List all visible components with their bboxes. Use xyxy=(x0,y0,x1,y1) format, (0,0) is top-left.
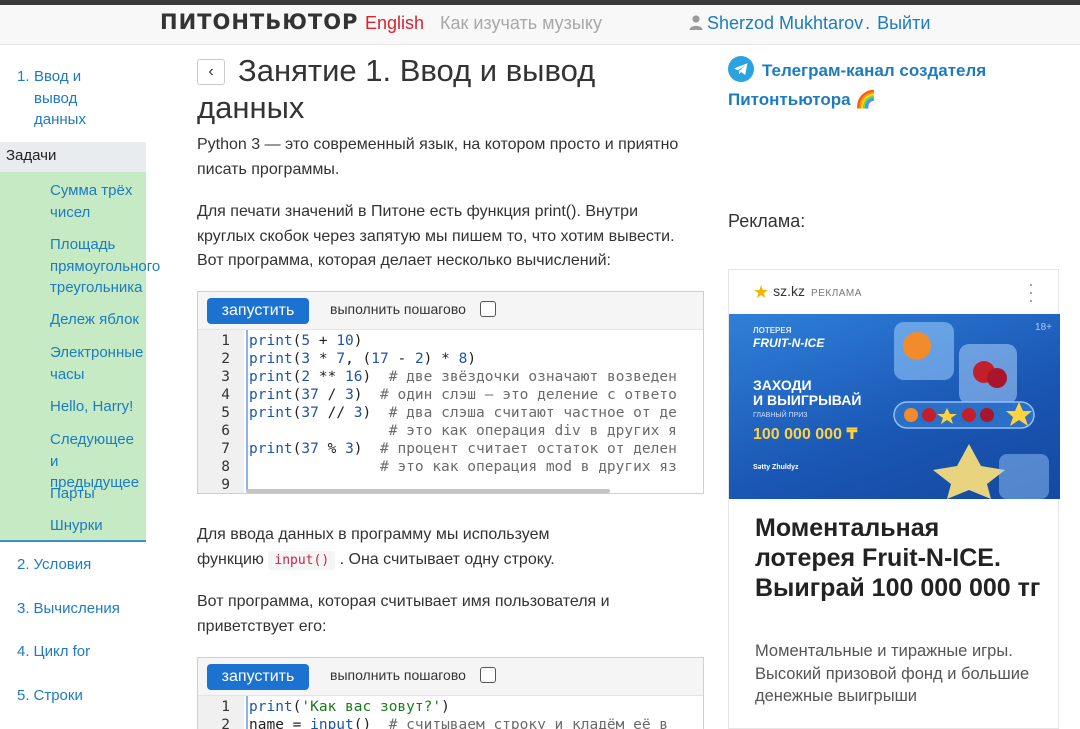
code-line: 5 print(37 // 3) # два слэша считают част… xyxy=(221,405,677,421)
intro-paragraph: Python 3 — это современный язык, на кото… xyxy=(197,136,679,178)
telegram-link[interactable]: Телеграм-канал создателя Питонтьютора 🌈 xyxy=(728,56,1018,114)
more-options-icon[interactable]: · · · xyxy=(1028,275,1034,309)
greeting-paragraph: Вот программа, которая считывает имя пол… xyxy=(197,593,610,635)
code-line: 3 print(2 ** 16) # две звёздочки означают… xyxy=(221,369,677,385)
lesson-label: Ввод и вывод данных xyxy=(34,68,86,128)
task-triangle-area[interactable]: Площадь прямоугольного треугольника xyxy=(50,234,160,299)
how-to-link[interactable]: Как изучать музыку xyxy=(440,13,602,34)
ad-card[interactable]: ★ sz.kz РЕКЛАМА · · · ЛОТЕРЕЯ FRUIT-N-ICE ЗА… xyxy=(728,269,1060,729)
language-link[interactable]: English xyxy=(365,13,424,34)
print-paragraph: Для печати значений в Питоне есть функци… xyxy=(197,203,675,269)
tasks-header: Задачи xyxy=(0,142,146,172)
ads-label: Реклама: xyxy=(728,211,806,231)
code-line: 1 print(5 + 10) xyxy=(221,333,363,349)
user-name-link[interactable]: Sherzod Mukhtarov xyxy=(707,13,863,33)
code-panel-2: запустить выполнить пошагово 1 print('Как… xyxy=(197,657,704,729)
banner-prize-label: ГЛАВНЫЙ ПРИЗ xyxy=(753,412,808,419)
task-laces[interactable]: Шнурки xyxy=(50,515,103,537)
ad-source: ★ sz.kz РЕКЛАМА xyxy=(753,282,862,302)
site-logo[interactable]: ПИТОНТЬЮТОР xyxy=(160,10,358,34)
inline-code: input() xyxy=(268,550,336,570)
banner-prize: 100 000 000 ₸ xyxy=(753,426,858,443)
code-editor[interactable]: 1 print(5 + 10) 2 print(3 * 7, (17 - 2) * … xyxy=(198,329,703,493)
step-checkbox[interactable] xyxy=(480,301,496,317)
ad-description: Моментальные и тиражные игры. Высокий пр… xyxy=(755,642,1030,705)
code-line: 6 # это как операция div в других я xyxy=(221,423,677,439)
run-button[interactable]: запустить xyxy=(207,664,309,690)
code-line: 2 name = input() # считываем строку и кла… xyxy=(221,717,669,729)
input-paragraph: Для ввода данных в программу мы использу… xyxy=(197,526,555,570)
task-clock[interactable]: Электронные часы xyxy=(50,342,143,385)
star-icon: ★ xyxy=(753,282,770,302)
code-toolbar: запустить выполнить пошагово xyxy=(198,292,703,329)
sidebar-lesson-5[interactable]: 5. Строки xyxy=(17,685,83,707)
code-line: 2 print(3 * 7, (17 - 2) * 8) xyxy=(221,351,477,367)
task-apples[interactable]: Дележ яблок xyxy=(50,309,139,331)
code-toolbar: запустить выполнить пошагово xyxy=(198,658,703,695)
sidebar-lesson-2[interactable]: 2. Условия xyxy=(17,554,91,576)
task-hello-harry[interactable]: Hello, Harry! xyxy=(50,396,133,418)
page-title: Занятие 1. Ввод и вывод xyxy=(238,53,596,88)
code-editor[interactable]: 1 print('Как вас зовут?') 2 name = input()… xyxy=(198,695,703,729)
lesson-number: 1. xyxy=(17,68,30,85)
task-sum-of-three[interactable]: Сумма трёх чисел xyxy=(50,180,132,223)
sidebar-lesson-3[interactable]: 3. Вычисления xyxy=(17,598,120,620)
banner-logo: Sətty Zhuldyz xyxy=(753,464,799,471)
code-panel-1: запустить выполнить пошагово 1 print(5 + … xyxy=(197,291,704,494)
step-label: выполнить пошагово xyxy=(330,667,466,683)
banner-cta: ЗАХОДИ И ВЫИГРЫВАЙ xyxy=(753,377,862,408)
tasks-list: Сумма трёх чисел Площадь прямоугольного тре… xyxy=(0,172,160,542)
page-title-cont: данных xyxy=(197,90,305,125)
code-line: 4 print(37 / 3) # один слэш — это деление… xyxy=(221,387,677,403)
ad-title[interactable]: Моментальная лотерея Fruit-N-ICE. Выигра… xyxy=(755,513,1045,603)
task-desks[interactable]: Парты xyxy=(50,483,95,505)
user-icon xyxy=(689,15,703,30)
user-area: Sherzod Mukhtarov. Выйти xyxy=(688,13,930,34)
lesson-sidebar: 1. Ввод и вывод данных Задачи Сумма трёх… xyxy=(0,45,160,729)
run-button[interactable]: запустить xyxy=(207,298,309,324)
back-button[interactable]: ‹ xyxy=(197,59,225,85)
banner-small-text: ЛОТЕРЕЯ xyxy=(753,326,792,335)
code-line: 1 print('Как вас зовут?') xyxy=(221,699,450,715)
telegram-icon xyxy=(728,56,754,82)
step-label: выполнить пошагово xyxy=(330,301,466,317)
top-navbar: ПИТОНТЬЮТОР English Как изучать музыку S… xyxy=(0,5,1080,45)
code-line: 7 print(37 % 3) # процент считает остаток… xyxy=(221,441,677,457)
banner-brand: FRUIT-N-ICE xyxy=(753,336,825,350)
step-checkbox[interactable] xyxy=(480,667,496,683)
code-line: 8 # это как операция mod в других яз xyxy=(221,459,677,475)
horizontal-scrollbar[interactable] xyxy=(246,489,610,493)
ad-banner-image[interactable]: ЛОТЕРЕЯ FRUIT-N-ICE ЗАХОДИ И ВЫИГРЫВАЙ ГЛ… xyxy=(729,314,1060,499)
age-rating: 18+ xyxy=(1035,322,1052,333)
logout-link[interactable]: Выйти xyxy=(877,13,930,33)
sidebar-lesson-4[interactable]: 4. Цикл for xyxy=(17,641,90,663)
